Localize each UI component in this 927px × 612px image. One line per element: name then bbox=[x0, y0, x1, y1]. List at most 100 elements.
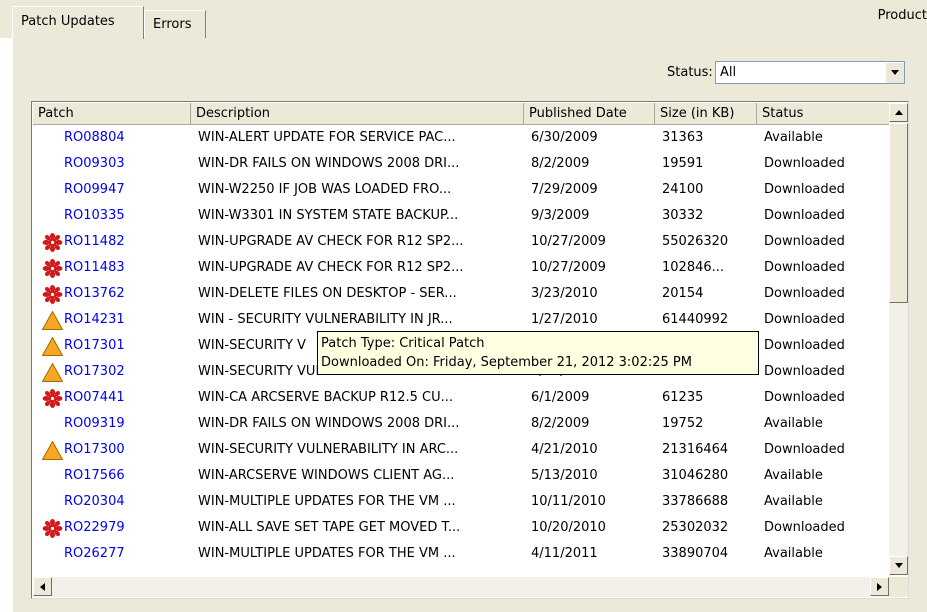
table-row[interactable]: RO26277 WIN-MULTIPLE UPDATES FOR THE VM .… bbox=[33, 541, 889, 567]
cell-status: Downloaded bbox=[764, 338, 845, 353]
cell-patch: RO17302 bbox=[33, 359, 191, 385]
critical-patch-icon bbox=[42, 259, 63, 278]
table-row[interactable]: RO20304 WIN-MULTIPLE UPDATES FOR THE VM .… bbox=[33, 489, 889, 515]
cell-description: WIN-DELETE FILES ON DESKTOP - SER... bbox=[198, 286, 457, 301]
table-row[interactable]: RO08804 WIN-ALERT UPDATE FOR SERVICE PAC.… bbox=[33, 125, 889, 151]
column-header-published-date[interactable]: Published Date bbox=[524, 103, 655, 125]
cell-description: WIN-CA ARCSERVE BACKUP R12.5 CU... bbox=[198, 390, 454, 405]
patch-id-link[interactable]: RO10335 bbox=[64, 203, 125, 229]
table-row[interactable]: RO17300 WIN-SECURITY VULNERABILITY IN ARC… bbox=[33, 437, 889, 463]
cell-published-date: 4/11/2011 bbox=[531, 546, 598, 561]
status-filter-value: All bbox=[720, 65, 737, 80]
cell-published-date: 3/23/2010 bbox=[531, 286, 598, 301]
cell-description: WIN-DR FAILS ON WINDOWS 2008 DRI... bbox=[198, 156, 460, 171]
cell-patch: RO09947 bbox=[33, 177, 191, 203]
cell-patch: RO22979 bbox=[33, 515, 191, 541]
cell-size: 25302032 bbox=[662, 520, 729, 535]
column-header-patch[interactable]: Patch bbox=[33, 103, 191, 125]
table-row[interactable]: RO14231 WIN - SECURITY VULNERABILITY IN J… bbox=[33, 307, 889, 333]
dropdown-arrow-button[interactable] bbox=[885, 62, 904, 83]
cell-patch: RO08804 bbox=[33, 125, 191, 151]
table-row[interactable]: RO13762 WIN-DELETE FILES ON DESKTOP - SER… bbox=[33, 281, 889, 307]
cell-status: Downloaded bbox=[764, 364, 845, 379]
product-label: Product bbox=[877, 8, 927, 23]
scroll-up-button[interactable] bbox=[889, 103, 908, 122]
patch-id-link[interactable]: RO26277 bbox=[64, 541, 125, 567]
cell-size: 55026320 bbox=[662, 234, 729, 249]
patch-id-link[interactable]: RO08804 bbox=[64, 125, 125, 151]
patch-id-link[interactable]: RO13762 bbox=[64, 281, 125, 307]
patch-id-link[interactable]: RO22979 bbox=[64, 515, 125, 541]
cell-status: Downloaded bbox=[764, 312, 845, 327]
table-row[interactable]: RO09947 WIN-W2250 IF JOB WAS LOADED FRO..… bbox=[33, 177, 889, 203]
patch-id-link[interactable]: RO07441 bbox=[64, 385, 125, 411]
cell-status: Available bbox=[764, 494, 823, 509]
scrollbar-corner bbox=[889, 577, 908, 597]
table-row[interactable]: RO22979 WIN-ALL SAVE SET TAPE GET MOVED T… bbox=[33, 515, 889, 541]
cell-published-date: 10/27/2009 bbox=[531, 260, 606, 275]
table-row[interactable]: RO09303 WIN-DR FAILS ON WINDOWS 2008 DRI.… bbox=[33, 151, 889, 177]
table-row[interactable]: RO11483 WIN-UPGRADE AV CHECK FOR R12 SP2.… bbox=[33, 255, 889, 281]
patch-id-link[interactable]: RO20304 bbox=[64, 489, 125, 515]
vertical-scrollbar[interactable] bbox=[889, 103, 908, 575]
patch-id-link[interactable]: RO09319 bbox=[64, 411, 125, 437]
table-header: Patch Description Published Date Size (i… bbox=[33, 103, 889, 125]
warning-icon bbox=[41, 440, 64, 460]
cell-published-date: 8/2/2009 bbox=[531, 416, 590, 431]
status-filter-label: Status: bbox=[667, 65, 713, 80]
tab-errors[interactable]: Errors bbox=[144, 10, 206, 38]
critical-patch-icon bbox=[42, 519, 63, 538]
tooltip-patch-type: Patch Type: Critical Patch bbox=[321, 336, 485, 351]
cell-patch: RO09303 bbox=[33, 151, 191, 177]
cell-published-date: 6/30/2009 bbox=[531, 130, 598, 145]
vertical-scroll-thumb[interactable] bbox=[889, 123, 908, 303]
patch-id-link[interactable]: RO17301 bbox=[64, 333, 125, 359]
table-row[interactable]: RO11482 WIN-UPGRADE AV CHECK FOR R12 SP2.… bbox=[33, 229, 889, 255]
cell-description: WIN-DR FAILS ON WINDOWS 2008 DRI... bbox=[198, 416, 460, 431]
tab-bar: Patch Updates Errors Product bbox=[0, 0, 927, 39]
cell-status: Downloaded bbox=[764, 234, 845, 249]
scroll-left-button[interactable] bbox=[33, 577, 52, 596]
patch-id-link[interactable]: RO17566 bbox=[64, 463, 125, 489]
cell-description: WIN-ARCSERVE WINDOWS CLIENT AG... bbox=[198, 468, 455, 483]
cell-status: Available bbox=[764, 546, 823, 561]
table-row[interactable]: RO10335 WIN-W3301 IN SYSTEM STATE BACKUP.… bbox=[33, 203, 889, 229]
cell-description: WIN-SECURITY VULNERABILITY IN ARC... bbox=[198, 442, 459, 457]
scroll-down-button[interactable] bbox=[889, 556, 908, 575]
cell-size: 19591 bbox=[662, 156, 704, 171]
status-filter-select[interactable]: All bbox=[715, 61, 905, 84]
tooltip-downloaded-on: Downloaded On: Friday, September 21, 201… bbox=[321, 355, 692, 370]
table-row[interactable]: RO17566 WIN-ARCSERVE WINDOWS CLIENT AG...… bbox=[33, 463, 889, 489]
cell-status: Downloaded bbox=[764, 182, 845, 197]
cell-published-date: 6/1/2009 bbox=[531, 390, 590, 405]
arrow-right-icon bbox=[877, 583, 882, 591]
table-row[interactable]: RO09319 WIN-DR FAILS ON WINDOWS 2008 DRI.… bbox=[33, 411, 889, 437]
patch-id-link[interactable]: RO11483 bbox=[64, 255, 125, 281]
critical-patch-icon bbox=[42, 233, 63, 252]
cell-size: 31363 bbox=[662, 130, 704, 145]
arrow-down-icon bbox=[895, 563, 903, 568]
patch-id-link[interactable]: RO17300 bbox=[64, 437, 125, 463]
critical-patch-icon bbox=[42, 285, 63, 304]
patch-id-link[interactable]: RO09947 bbox=[64, 177, 125, 203]
cell-size: 19752 bbox=[662, 416, 704, 431]
column-header-status[interactable]: Status bbox=[757, 103, 889, 125]
column-header-size[interactable]: Size (in KB) bbox=[655, 103, 757, 125]
table-row[interactable]: RO07441 WIN-CA ARCSERVE BACKUP R12.5 CU..… bbox=[33, 385, 889, 411]
tab-patch-updates[interactable]: Patch Updates bbox=[12, 6, 144, 39]
patch-id-link[interactable]: RO17302 bbox=[64, 359, 125, 385]
patch-id-link[interactable]: RO09303 bbox=[64, 151, 125, 177]
cell-size: 61440992 bbox=[662, 312, 729, 327]
cell-published-date: 1/27/2010 bbox=[531, 312, 598, 327]
critical-patch-icon bbox=[42, 389, 63, 408]
scroll-right-button[interactable] bbox=[870, 577, 889, 596]
chevron-down-icon bbox=[891, 70, 899, 75]
cell-description: WIN-MULTIPLE UPDATES FOR THE VM ... bbox=[198, 546, 456, 561]
patch-id-link[interactable]: RO14231 bbox=[64, 307, 125, 333]
horizontal-scrollbar[interactable] bbox=[33, 577, 889, 597]
column-header-description[interactable]: Description bbox=[191, 103, 524, 125]
patch-id-link[interactable]: RO11482 bbox=[64, 229, 125, 255]
arrow-up-icon bbox=[895, 110, 903, 115]
cell-patch: RO26277 bbox=[33, 541, 191, 567]
cell-published-date: 10/11/2010 bbox=[531, 494, 606, 509]
